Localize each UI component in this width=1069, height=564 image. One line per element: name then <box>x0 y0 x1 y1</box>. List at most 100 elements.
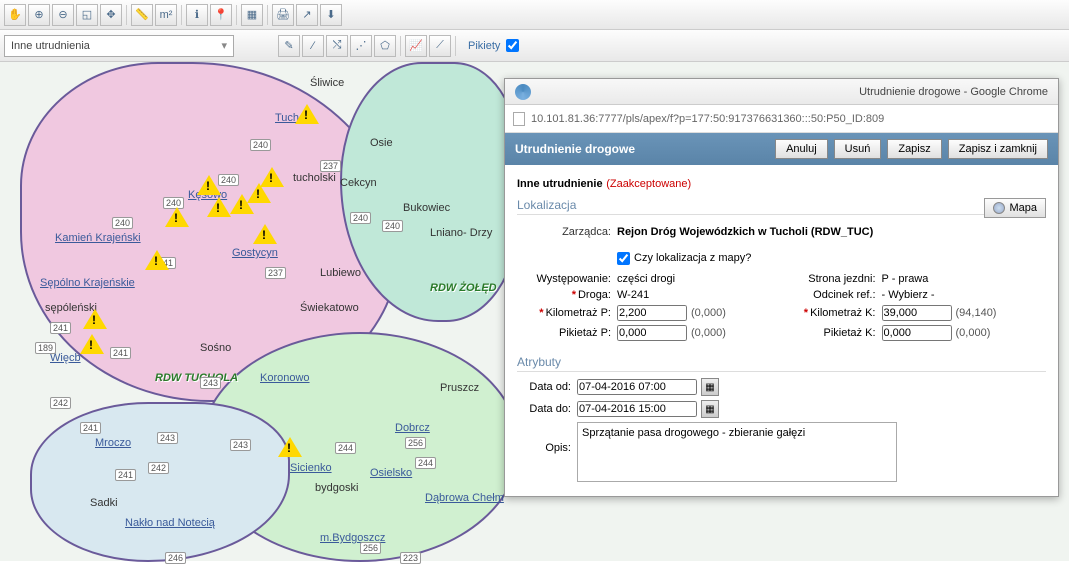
road-number-badge: 223 <box>400 552 421 564</box>
category-select[interactable]: Inne utrudnienia <box>4 35 234 57</box>
main-toolbar: ✋ ⊕ ⊖ ◱ ✥ 📏 m² ℹ 📍 ▦ 🖨 ↗ ⬇ <box>0 0 1069 30</box>
zoom-box-icon[interactable]: ◱ <box>76 4 98 26</box>
pik-p-input[interactable] <box>617 325 687 341</box>
address-bar[interactable]: 10.101.81.36:7777/pls/apex/f?p=177:50:91… <box>505 105 1058 133</box>
draw-split-icon[interactable]: ⤭ <box>326 35 348 57</box>
measure-line-icon[interactable]: 📏 <box>131 4 153 26</box>
chrome-icon <box>515 84 531 100</box>
warning-sign-icon[interactable]: ! <box>295 104 319 128</box>
identify-icon[interactable]: 📍 <box>210 4 232 26</box>
graph-icon[interactable]: 📈 <box>405 35 427 57</box>
description-textarea[interactable] <box>577 422 897 482</box>
map-place-label[interactable]: Mroczo <box>95 437 131 449</box>
map-place-label: Sadki <box>90 497 118 509</box>
warning-sign-icon[interactable]: ! <box>145 250 169 274</box>
draw-poly-icon[interactable]: ⬠ <box>374 35 396 57</box>
date-to-input[interactable] <box>577 401 697 417</box>
warning-sign-icon[interactable]: ! <box>80 334 104 358</box>
marker-icon[interactable]: ⬇ <box>320 4 342 26</box>
pikiety-checkbox[interactable] <box>506 39 519 52</box>
map-place-label: Pruszcz <box>440 382 479 394</box>
route-icon[interactable]: ↗ <box>296 4 318 26</box>
road-number-badge: 242 <box>148 462 169 474</box>
warning-sign-icon[interactable]: ! <box>278 437 302 461</box>
pik-k-input[interactable] <box>882 325 952 341</box>
map-location-checkbox[interactable] <box>617 252 630 265</box>
map-place-label: tucholski <box>293 172 336 184</box>
map-place-label[interactable]: Dobrcz <box>395 422 430 434</box>
map-place-label[interactable]: Kamień Krajeński <box>55 232 141 244</box>
draw-point-icon[interactable]: ✎ <box>278 35 300 57</box>
road-number-badge: 244 <box>415 457 436 469</box>
delete-button[interactable]: Usuń <box>834 139 882 159</box>
warning-sign-icon[interactable]: ! <box>197 175 221 199</box>
road-number-badge: 240 <box>350 212 371 224</box>
edit-toolbar: Inne utrudnienia ✎ ∕ ⤭ ⋰ ⬠ 📈 ⟋ Pikiety <box>0 30 1069 62</box>
road-number-badge: 241 <box>110 347 131 359</box>
zoom-in-icon[interactable]: ⊕ <box>28 4 50 26</box>
mapa-button[interactable]: Mapa <box>984 198 1046 218</box>
map-place-label: RDW TUCHOLA <box>155 372 238 384</box>
window-title: Utrudnienie drogowe - Google Chrome <box>859 86 1048 98</box>
draw-vertex-icon[interactable]: ⋰ <box>350 35 372 57</box>
side-label: Strona jezdni: <box>792 273 882 285</box>
pikiety-label: Pikiety <box>468 40 500 52</box>
map-place-label: bydgoski <box>315 482 358 494</box>
cancel-button[interactable]: Anuluj <box>775 139 828 159</box>
measure-area-icon[interactable]: m² <box>155 4 177 26</box>
draw-line-icon[interactable]: ∕ <box>302 35 324 57</box>
extent-icon[interactable]: ✥ <box>100 4 122 26</box>
pik-k-range: (0,000) <box>956 327 991 339</box>
date-from-label: Data od: <box>517 381 577 393</box>
road-number-badge: 243 <box>230 439 251 451</box>
date-from-input[interactable] <box>577 379 697 395</box>
map-place-label[interactable]: Sicienko <box>290 462 332 474</box>
pik-p-label: Pikietaż P: <box>517 327 617 339</box>
road-number-badge: 237 <box>265 267 286 279</box>
warning-sign-icon[interactable]: ! <box>83 309 107 333</box>
page-icon <box>513 112 525 126</box>
save-close-button[interactable]: Zapisz i zamknij <box>948 139 1048 159</box>
warning-sign-icon[interactable]: ! <box>230 194 254 218</box>
map-place-label: Lubiewo <box>320 267 361 279</box>
km-p-input[interactable] <box>617 305 687 321</box>
map-place-label[interactable]: Gostycyn <box>232 247 278 259</box>
road-number-badge: 246 <box>165 552 186 564</box>
refsection-label: Odcinek ref.: <box>792 289 882 301</box>
print-icon[interactable]: 🖨 <box>272 4 294 26</box>
map-place-label[interactable]: Nakło nad Notecią <box>125 517 215 529</box>
map-place-label: Bukowiec <box>403 202 450 214</box>
date-to-calendar-icon[interactable]: ▦ <box>701 400 719 418</box>
road-select[interactable]: W-241 <box>617 289 687 301</box>
occurrence-select[interactable]: części drogi <box>617 273 737 285</box>
map-place-label[interactable]: Osielsko <box>370 467 412 479</box>
road-number-badge: 241 <box>115 469 136 481</box>
warning-sign-icon[interactable]: ! <box>253 224 277 248</box>
map-place-label[interactable]: Koronowo <box>260 372 310 384</box>
warning-sign-icon[interactable]: ! <box>207 197 231 221</box>
km-k-input[interactable] <box>882 305 952 321</box>
pan-tool-icon[interactable]: ✋ <box>4 4 26 26</box>
dialog-title: Utrudnienie drogowe <box>515 142 769 156</box>
zarzadca-label: Zarządca: <box>517 226 617 238</box>
road-number-badge: 256 <box>360 542 381 554</box>
warning-sign-icon[interactable]: ! <box>165 207 189 231</box>
status-badge: (Zaakceptowane) <box>606 178 691 190</box>
road-number-badge: 243 <box>157 432 178 444</box>
save-button[interactable]: Zapisz <box>887 139 941 159</box>
zarzadca-value: Rejon Dróg Wojewódzkich w Tucholi (RDW_T… <box>617 226 1046 238</box>
description-label: Opis: <box>517 422 577 454</box>
segment-icon[interactable]: ⟋ <box>429 35 451 57</box>
map-place-label[interactable]: Dąbrowa Chełm <box>425 492 504 504</box>
map-location-label: Czy lokalizacja z mapy? <box>634 252 751 264</box>
side-select[interactable]: P - prawa <box>882 273 972 285</box>
info-icon[interactable]: ℹ <box>186 4 208 26</box>
layers-icon[interactable]: ▦ <box>241 4 263 26</box>
zoom-out-icon[interactable]: ⊖ <box>52 4 74 26</box>
map-place-label[interactable]: Sępólno Krajeńskie <box>40 277 135 289</box>
map-place-label: Śliwice <box>310 77 344 89</box>
date-from-calendar-icon[interactable]: ▦ <box>701 378 719 396</box>
date-to-label: Data do: <box>517 403 577 415</box>
km-p-range: (0,000) <box>691 307 726 319</box>
refsection-select[interactable]: - Wybierz - <box>882 289 1012 301</box>
